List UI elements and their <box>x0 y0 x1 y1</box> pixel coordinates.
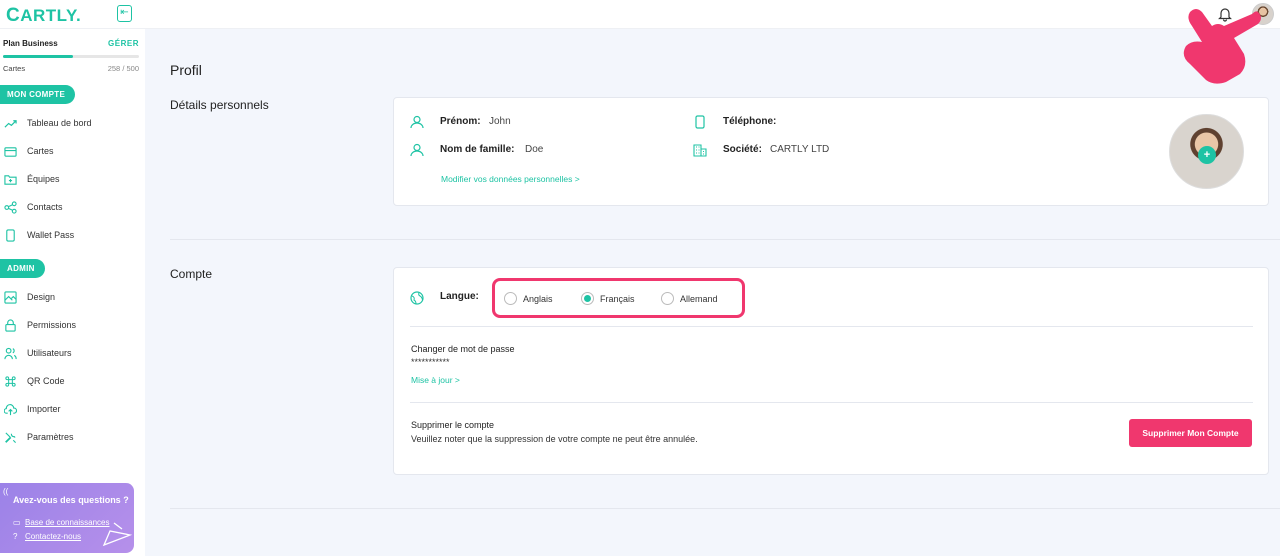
user-icon <box>410 115 424 129</box>
sidebar-item-settings[interactable]: Paramètres <box>4 428 140 446</box>
language-options-highlight: Anglais Français Allemand <box>492 278 745 318</box>
phone-field: Téléphone: <box>693 114 953 130</box>
paper-plane-icon <box>102 522 132 547</box>
company-field: Société: CARTLY LTD <box>693 142 953 158</box>
plan-name: Plan Business <box>3 39 58 48</box>
users-icon <box>4 347 17 360</box>
last-name-field: Nom de famille: Doe <box>410 142 670 158</box>
account-divider <box>410 326 1253 327</box>
card-icon <box>4 147 17 157</box>
sidebar-item-cards[interactable]: Cartes <box>4 142 140 160</box>
profile-photo[interactable]: + <box>1169 114 1244 189</box>
plan-row: Plan Business GÉRER <box>3 39 139 48</box>
password-value: *********** <box>411 357 450 367</box>
sidebar-item-import[interactable]: Importer <box>4 400 140 418</box>
wifi-icon: (( <box>3 487 9 496</box>
radio-anglais[interactable] <box>504 292 517 305</box>
sidebar-item-design[interactable]: Design <box>4 288 140 306</box>
building-icon <box>693 144 707 157</box>
sidebar-item-dashboard[interactable]: Tableau de bord <box>4 114 140 132</box>
cards-label: Cartes <box>3 64 26 73</box>
pointing-hand-icon <box>1183 9 1261 84</box>
arrow-left-icon: ⇤ <box>120 7 129 18</box>
contact-us-link[interactable]: ? Contactez-nous <box>13 532 81 541</box>
share-icon <box>4 201 17 214</box>
manage-plan-link[interactable]: GÉRER <box>108 39 139 48</box>
section-divider <box>170 508 1280 509</box>
section-admin: ADMIN <box>0 259 45 278</box>
account-card: Langue: Anglais Français Allemand Change… <box>393 267 1269 475</box>
radio-allemand[interactable] <box>661 292 674 305</box>
update-password-link[interactable]: Mise à jour > <box>411 375 460 385</box>
sidebar-item-teams[interactable]: Équipes <box>4 170 140 188</box>
team-icon <box>4 175 17 185</box>
top-bar: CARTLY. ⇤ <box>0 0 1280 29</box>
book-icon: ▭ <box>13 518 21 527</box>
radio-francais[interactable] <box>581 292 594 305</box>
password-title: Changer de mot de passe <box>411 344 515 354</box>
first-name-field: Prénom: John <box>410 114 670 130</box>
edit-photo-icon[interactable]: + <box>1198 146 1216 164</box>
cartly-logo[interactable]: CARTLY. <box>6 5 81 27</box>
sidebar-item-wallet-pass[interactable]: Wallet Pass <box>4 226 140 244</box>
sidebar: Plan Business GÉRER Cartes 258 / 500 MON… <box>0 29 145 556</box>
personal-details-card: Prénom: John Nom de famille: Doe Télépho… <box>393 97 1269 206</box>
page-title: Profil <box>170 62 202 78</box>
sidebar-item-qr-code[interactable]: QR Code <box>4 372 140 390</box>
tools-icon <box>5 432 17 444</box>
delete-account-title: Supprimer le compte <box>411 420 495 430</box>
command-icon <box>5 376 16 387</box>
help-title: Avez-vous des questions ? <box>13 495 129 505</box>
upload-icon <box>4 404 17 416</box>
cards-usage-row: Cartes 258 / 500 <box>3 64 139 73</box>
cards-count: 258 / 500 <box>107 64 139 73</box>
help-box: (( Avez-vous des questions ? ▭ Base de co… <box>0 483 134 553</box>
plan-usage-fill <box>3 55 74 58</box>
sidebar-item-users[interactable]: Utilisateurs <box>4 344 140 362</box>
image-icon <box>4 291 17 304</box>
account-divider <box>410 402 1253 403</box>
delete-account-button[interactable]: Supprimer Mon Compte <box>1129 419 1252 447</box>
plan-usage-bar <box>3 55 139 58</box>
section-divider <box>170 239 1280 240</box>
trend-icon <box>4 120 17 128</box>
question-icon: ? <box>13 532 18 541</box>
sidebar-item-permissions[interactable]: Permissions <box>4 316 140 334</box>
lock-icon <box>5 319 16 332</box>
delete-account-note: Veuillez noter que la suppression de vot… <box>411 434 698 444</box>
personal-details-heading: Détails personnels <box>170 98 269 112</box>
account-heading: Compte <box>170 267 213 281</box>
collapse-sidebar-button[interactable]: ⇤ <box>117 5 132 22</box>
edit-personal-data-link[interactable]: Modifier vos données personnelles > <box>441 174 580 184</box>
section-my-account: MON COMPTE <box>0 85 76 104</box>
user-icon <box>410 143 424 157</box>
sidebar-item-contacts[interactable]: Contacts <box>4 198 140 216</box>
globe-icon <box>410 291 424 305</box>
knowledge-base-link[interactable]: ▭ Base de connaissances <box>13 518 110 527</box>
phone-icon <box>6 229 15 242</box>
phone-icon <box>695 115 705 129</box>
